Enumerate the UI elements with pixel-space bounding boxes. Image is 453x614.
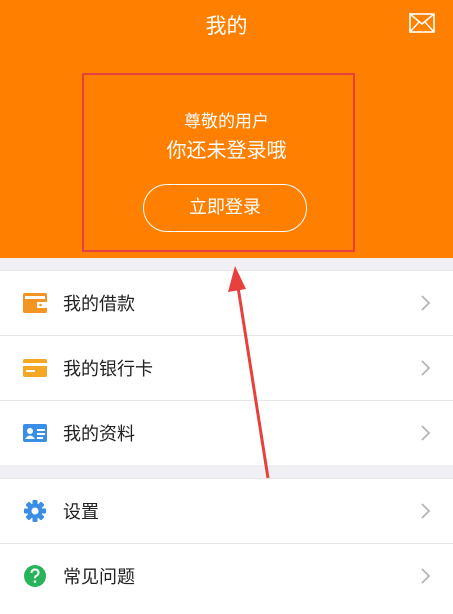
menu-item-label: 常见问题 [63, 567, 135, 588]
chevron-right-icon [421, 425, 431, 441]
wallet-icon [23, 293, 47, 313]
chevron-right-icon [421, 295, 431, 311]
profile-header: 我的 尊敬的用户 你还未登录哦 立即登录 [0, 0, 453, 258]
chevron-right-icon [421, 568, 431, 584]
menu-item-label: 我的银行卡 [63, 359, 153, 380]
menu-item-settings[interactable]: 设置 [0, 478, 453, 544]
menu-item-label: 我的资料 [63, 424, 135, 445]
gear-icon [24, 500, 46, 522]
menu-item-faq[interactable]: 常见问题 [0, 544, 453, 608]
page-title: 我的 [205, 14, 248, 38]
menu-group-misc: 设置 常见问题 [0, 478, 453, 614]
id-card-icon [23, 424, 47, 442]
menu-item-label: 我的借款 [63, 294, 135, 315]
login-status-text: 你还未登录哦 [166, 138, 287, 162]
menu-item-my-profile[interactable]: 我的资料 [0, 401, 453, 465]
mail-icon[interactable] [409, 13, 435, 33]
question-icon [24, 565, 46, 587]
menu-group-account: 我的借款 我的银行卡 我的资料 [0, 270, 453, 465]
bank-card-icon [23, 359, 47, 377]
chevron-right-icon [421, 503, 431, 519]
menu-item-my-loans[interactable]: 我的借款 [0, 270, 453, 336]
menu-item-label: 设置 [63, 502, 99, 523]
chevron-right-icon [421, 360, 431, 376]
greeting-text: 尊敬的用户 [184, 112, 269, 132]
login-button[interactable]: 立即登录 [143, 184, 307, 232]
menu-item-my-bank-cards[interactable]: 我的银行卡 [0, 336, 453, 401]
